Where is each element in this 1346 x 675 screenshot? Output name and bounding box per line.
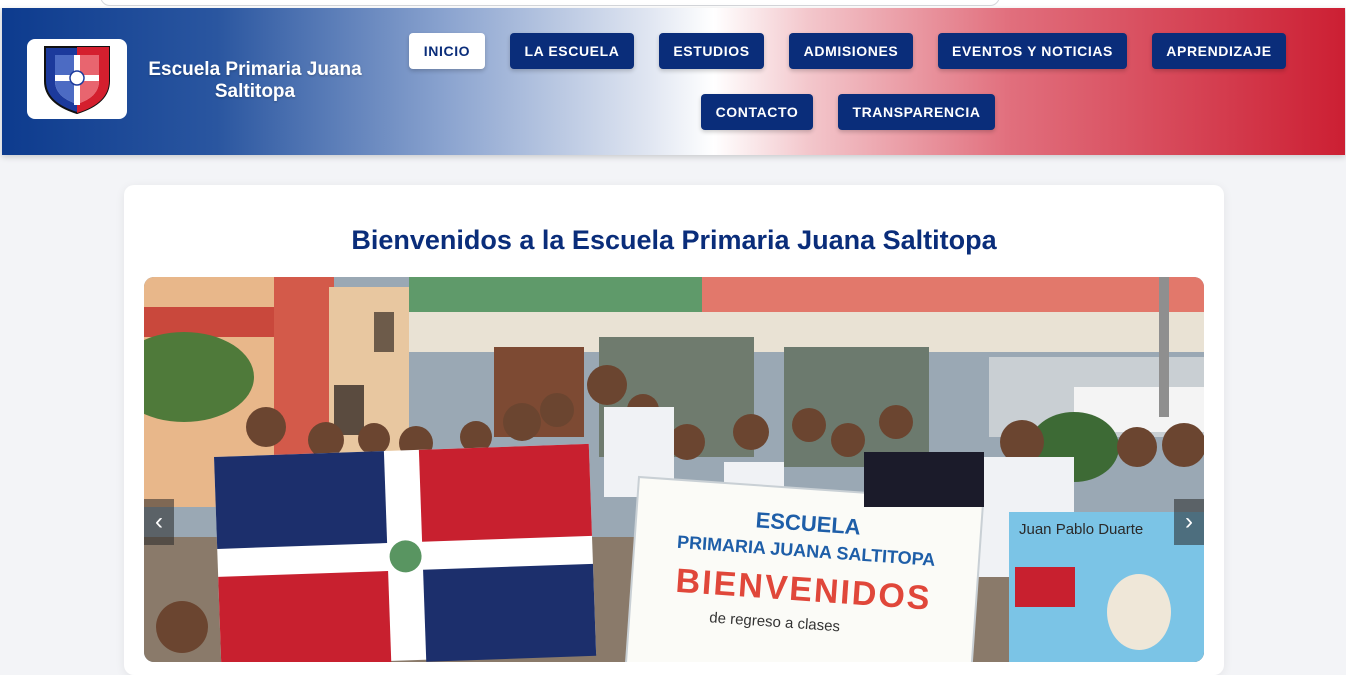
site-header: Escuela Primaria Juana Saltitopa INICIO … (2, 8, 1345, 155)
carousel-prev-button[interactable]: ‹ (144, 499, 174, 545)
nav-admisiones[interactable]: ADMISIONES (789, 33, 913, 69)
site-title[interactable]: Escuela Primaria Juana Saltitopa (130, 59, 380, 103)
svg-text:Juan Pablo Duarte: Juan Pablo Duarte (1019, 521, 1143, 538)
school-logo[interactable] (27, 39, 127, 119)
browser-address-bar-edge[interactable] (100, 0, 1000, 6)
nav-estudios[interactable]: ESTUDIOS (659, 33, 764, 69)
carousel-next-button[interactable]: › (1174, 499, 1204, 545)
welcome-card: Bienvenidos a la Escuela Primaria Juana … (124, 185, 1224, 675)
carousel-photo: ESCUELA PRIMARIA JUANA SALTITOPA BIENVEN… (144, 277, 1204, 662)
welcome-heading: Bienvenidos a la Escuela Primaria Juana … (351, 225, 997, 255)
nav-aprendizaje[interactable]: APRENDIZAJE (1152, 33, 1286, 69)
nav-contacto[interactable]: CONTACTO (701, 94, 813, 130)
image-carousel[interactable]: ESCUELA PRIMARIA JUANA SALTITOPA BIENVEN… (144, 277, 1204, 662)
nav-inicio[interactable]: INICIO (409, 33, 485, 69)
school-shield-logo-icon (44, 46, 110, 115)
nav-transparencia[interactable]: TRANSPARENCIA (838, 94, 995, 130)
nav-la-escuela[interactable]: LA ESCUELA (510, 33, 634, 69)
nav-eventos-y-noticias[interactable]: EVENTOS Y NOTICIAS (938, 33, 1127, 69)
